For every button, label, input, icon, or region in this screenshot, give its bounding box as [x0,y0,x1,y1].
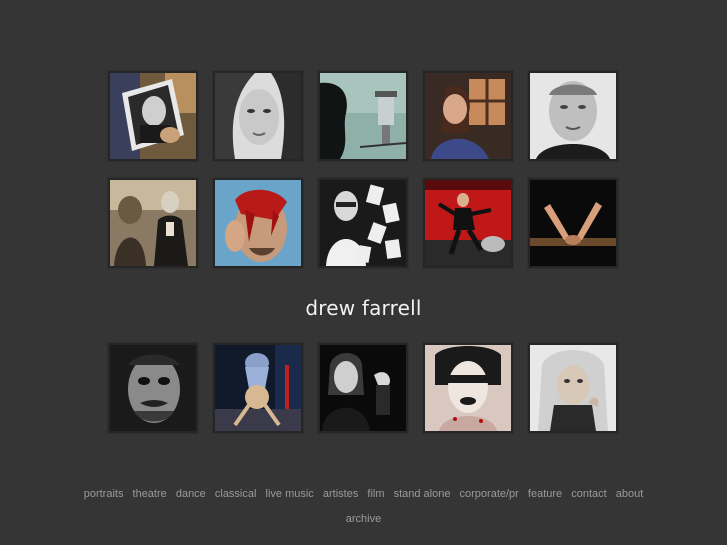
nav-link-portraits[interactable]: portraits [84,488,124,500]
thumb-face-makeup-bw[interactable] [108,343,198,433]
thumb-woman-window[interactable] [423,71,513,161]
thumb-musician-bw[interactable] [318,343,408,433]
thumb-man-red-paint[interactable] [213,178,303,268]
thumb-portrait-man-with-photo[interactable] [108,71,198,161]
thumb-performer-red-stage[interactable] [423,178,513,268]
nav-link-corporate-pr[interactable]: corporate/pr [460,488,519,500]
nav-link-stand-alone[interactable]: stand alone [394,488,451,500]
nav-link-classical[interactable]: classical [215,488,257,500]
thumb-dancer-stage[interactable] [213,343,303,433]
thumb-dance-legs-bar[interactable] [528,178,618,268]
nav-link-theatre[interactable]: theatre [133,488,167,500]
thumb-nun-portrait[interactable] [528,343,618,433]
gallery-row-3 [108,343,618,433]
thumb-man-with-cards[interactable] [318,178,408,268]
nav-link-live-music[interactable]: live music [266,488,314,500]
thumb-rock-singer-makeup[interactable] [423,343,513,433]
nav-link-feature[interactable]: feature [528,488,562,500]
nav-link-contact[interactable]: contact [571,488,606,500]
thumb-theatre-masked-figures[interactable] [108,178,198,268]
thumb-portrait-woman-bw[interactable] [213,71,303,161]
nav-link-archive[interactable]: archive [346,513,381,525]
site-title: drew farrell [305,296,422,320]
gallery-row-2 [108,178,618,268]
archive-nav: archive [0,513,727,525]
nav-link-artistes[interactable]: artistes [323,488,358,500]
nav-link-about[interactable]: about [616,488,644,500]
gallery-row-1 [108,71,618,161]
nav-link-film[interactable]: film [367,488,384,500]
page: drew farrell portraits theatre dance cla… [0,0,727,545]
thumb-man-bw-closeup[interactable] [528,71,618,161]
nav-link-dance[interactable]: dance [176,488,206,500]
thumb-silhouette-lighthouse[interactable] [318,71,408,161]
main-nav: portraits theatre dance classical live m… [0,488,727,500]
